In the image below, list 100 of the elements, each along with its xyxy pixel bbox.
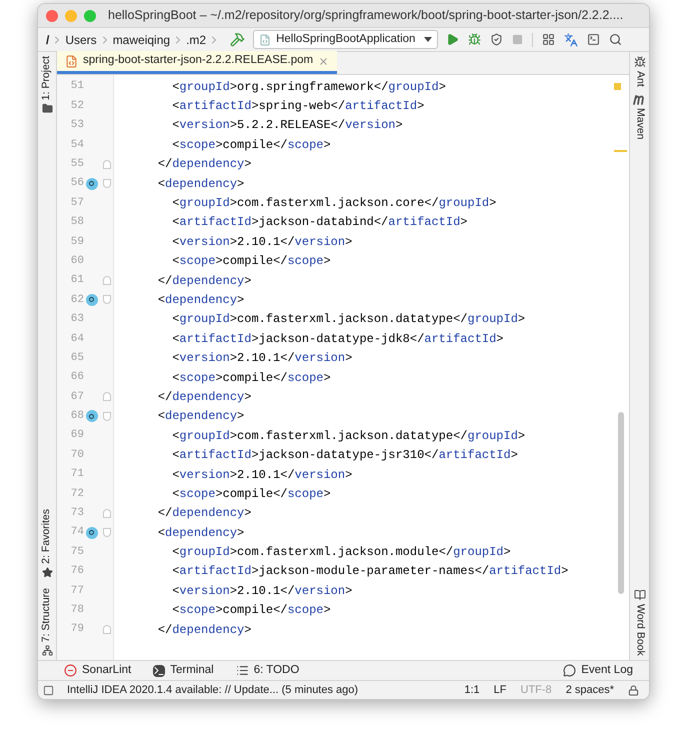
code-line: <dependency> <box>156 292 244 309</box>
line-number: 63 <box>70 312 84 328</box>
tool-window-button[interactable]: Terminal <box>153 662 214 680</box>
breadcrumb-item[interactable]: Users <box>63 30 99 48</box>
line-number: 65 <box>70 350 84 366</box>
book-icon <box>634 589 646 602</box>
tool-window-tab[interactable]: Word Book <box>632 604 648 656</box>
status-item[interactable]: 2 spaces* <box>566 682 614 698</box>
code-line: </dependency> <box>156 156 252 174</box>
line-number: 64 <box>70 332 84 347</box>
tool-window-button[interactable]: SonarLint <box>64 662 132 680</box>
shield-icon[interactable] <box>490 33 504 46</box>
status-message[interactable]: IntelliJ IDEA 2020.1.4 available: // Update... (5 minutes ago) <box>67 682 358 698</box>
tool-window-tab[interactable]: 7: Structure <box>39 588 55 642</box>
stop-icon[interactable] <box>512 34 524 45</box>
line-number: 56 <box>70 176 84 192</box>
code-line: <scope>compile</scope> <box>171 253 331 270</box>
code-line: <version>2.10.1</version> <box>171 234 352 251</box>
code-line: <groupId>com.fasterxml.jackson.module</groupId> <box>171 544 511 562</box>
console-icon[interactable] <box>587 33 600 46</box>
code-line: <version>2.10.1</version> <box>171 466 352 484</box>
line-number: 74 <box>70 525 84 540</box>
code-line: </dependency> <box>156 505 252 522</box>
dropdown-caret-icon <box>424 37 432 42</box>
code-line: <dependency> <box>156 408 244 426</box>
line-number: 54 <box>70 138 84 153</box>
line-number: 59 <box>70 234 84 250</box>
code-line: <groupId>com.fasterxml.jackson.datatype</groupId> <box>171 311 526 328</box>
file-icon <box>259 34 272 46</box>
structure-icon <box>42 645 52 656</box>
xml-file-icon <box>65 54 78 68</box>
maven-icon <box>633 94 646 105</box>
line-number: 78 <box>70 602 84 618</box>
line-number: 51 <box>70 79 84 94</box>
code-line: <dependency> <box>156 524 244 542</box>
run-icon[interactable] <box>446 33 460 46</box>
status-item[interactable]: 1:1 <box>464 682 480 698</box>
code-line: <artifactId>spring-web</artifactId> <box>171 98 424 116</box>
code-line: </dependency> <box>156 272 252 290</box>
line-number: 76 <box>70 564 84 580</box>
code-line: <scope>compile</scope> <box>171 602 331 620</box>
line-number: 53 <box>70 118 84 134</box>
breadcrumb-item[interactable]: / <box>44 30 52 48</box>
grid-icon[interactable] <box>542 33 556 46</box>
code-line: <groupId>org.springframework</groupId> <box>171 78 446 96</box>
line-number: 62 <box>70 292 84 308</box>
line-number: 61 <box>70 273 84 288</box>
warning-stripe-icon <box>614 83 621 90</box>
line-number: 60 <box>70 254 84 269</box>
translate-icon[interactable] <box>564 32 578 46</box>
code-line: <artifactId>jackson-datatype-jdk8</artifactId> <box>171 330 504 348</box>
line-number: 75 <box>70 544 84 560</box>
line-number: 79 <box>70 622 84 638</box>
line-number: 71 <box>70 467 84 482</box>
code-line: <artifactId>jackson-databind</artifactId> <box>171 214 468 232</box>
code-line: <artifactId>jackson-datatype-jsr310</artifactId> <box>171 447 518 464</box>
zoom-button[interactable] <box>84 10 96 22</box>
hammer-icon[interactable] <box>230 32 246 47</box>
code-line: <scope>compile</scope> <box>171 486 331 503</box>
tool-window-tab[interactable]: 2: Favorites <box>39 508 55 564</box>
tool-window-button[interactable]: Event Log <box>563 662 633 680</box>
panel-icon[interactable] <box>43 684 54 696</box>
bug-icon[interactable] <box>468 33 482 46</box>
code-line: <groupId>com.fasterxml.jackson.datatype</groupId> <box>171 428 526 445</box>
code-line: <groupId>com.fasterxml.jackson.core</groupId> <box>171 195 496 212</box>
close-tab-icon[interactable] <box>318 56 330 66</box>
breadcrumb-item[interactable]: .m2 <box>184 30 208 48</box>
status-item[interactable]: LF <box>494 682 507 698</box>
code-line: </dependency> <box>156 388 252 406</box>
line-number: 69 <box>70 428 84 444</box>
line-number: 68 <box>70 409 84 424</box>
tool-window-tab[interactable]: 1: Project <box>39 56 55 100</box>
run-configuration-dropdown[interactable]: HelloSpringBootApplication <box>253 30 438 49</box>
code-line: <version>2.10.1</version> <box>171 350 352 368</box>
scrollbar-thumb[interactable] <box>618 412 624 594</box>
folder-icon <box>42 103 52 114</box>
line-number: 77 <box>70 584 84 599</box>
terminal-icon <box>153 664 166 676</box>
code-line: <scope>compile</scope> <box>171 370 331 387</box>
line-number: 52 <box>70 98 84 114</box>
speech-bubble-icon <box>563 664 576 677</box>
close-button[interactable] <box>46 10 58 22</box>
bug-icon <box>634 56 646 68</box>
line-number: 67 <box>70 390 84 405</box>
tool-window-tab[interactable]: Maven <box>632 108 648 140</box>
warning-stripe-icon <box>614 150 627 152</box>
breadcrumb-item[interactable]: maweiqing <box>110 30 172 48</box>
editor-tab[interactable]: spring-boot-starter-json-2.2.2.RELEASE.pom <box>57 51 338 74</box>
line-number: 73 <box>70 506 84 522</box>
code-line: <artifactId>jackson-module-parameter-names</artifactId> <box>171 563 568 580</box>
code-line: <dependency> <box>156 176 244 193</box>
line-number: 58 <box>70 215 84 230</box>
line-number: 55 <box>70 157 84 172</box>
lock-icon[interactable] <box>628 684 639 696</box>
tool-window-tab[interactable]: Ant <box>632 71 648 87</box>
minimize-button[interactable] <box>65 10 77 22</box>
sonarlint-icon <box>64 664 77 677</box>
search-icon[interactable] <box>609 33 622 46</box>
code-line: </dependency> <box>156 622 252 639</box>
tool-window-button[interactable]: 6: TODO <box>236 662 300 680</box>
